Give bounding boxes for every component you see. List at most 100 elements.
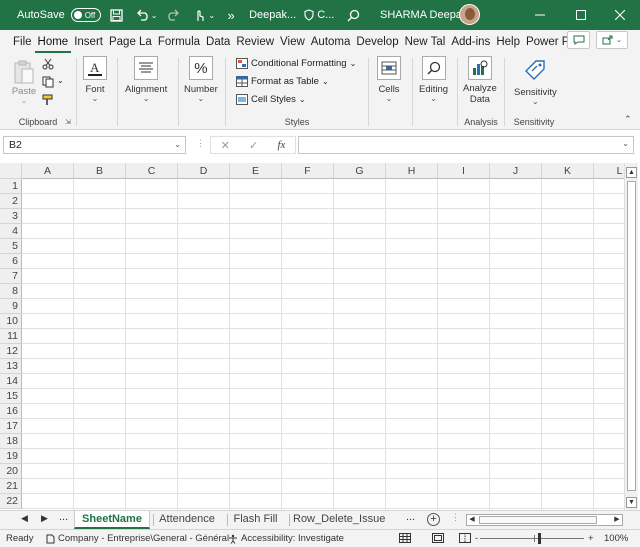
row-header-22[interactable]: 22 (0, 494, 22, 509)
share-button[interactable]: ⌄ (596, 31, 628, 49)
select-all-corner[interactable] (0, 163, 22, 179)
name-box-dropdown-icon[interactable]: ⌄ (174, 137, 181, 153)
touch-dropdown-icon[interactable]: ⌄ (208, 11, 215, 20)
tab-review[interactable]: Review (233, 30, 277, 54)
user-name[interactable]: SHARMA Deepak (380, 9, 467, 21)
column-header-f[interactable]: F (282, 163, 334, 179)
collapse-ribbon-icon[interactable]: ⌃ (624, 114, 632, 125)
tab-formula[interactable]: Formula (155, 30, 203, 54)
scroll-right-icon[interactable]: ▶ (612, 515, 622, 525)
cell-styles-button[interactable]: Cell Styles ⌄ (236, 94, 306, 105)
expand-formula-bar-icon[interactable]: ⌄ (622, 139, 629, 148)
editing-button[interactable]: Editing ⌄ (419, 56, 448, 103)
row-header-12[interactable]: 12 (0, 344, 22, 359)
tab-add-ins[interactable]: Add-ins (448, 30, 493, 54)
row-header-17[interactable]: 17 (0, 419, 22, 434)
row-header-8[interactable]: 8 (0, 284, 22, 299)
worksheet-grid[interactable]: A B C D E F G H I J K L 1 2 3 4 5 6 7 8 9 10 11 12 13 14 15 16 17 18 1… (0, 163, 624, 510)
insert-function-icon[interactable]: fx (277, 139, 285, 151)
row-header-6[interactable]: 6 (0, 254, 22, 269)
tab-page-la[interactable]: Page La (106, 30, 155, 54)
tab-split-grip-icon[interactable]: ⋮ (451, 512, 460, 523)
formula-input[interactable]: ⌄ (298, 136, 634, 154)
row-header-15[interactable]: 15 (0, 389, 22, 404)
save-icon[interactable] (107, 5, 127, 25)
row-header-13[interactable]: 13 (0, 359, 22, 374)
normal-view-icon[interactable] (399, 533, 411, 543)
number-button[interactable]: % Number ⌄ (184, 56, 218, 103)
name-box[interactable]: B2 ⌄ (3, 136, 186, 154)
format-painter-icon[interactable] (42, 94, 55, 109)
horizontal-scroll-thumb[interactable] (479, 516, 597, 524)
tab-help[interactable]: Help (493, 30, 523, 54)
minimize-icon[interactable] (530, 5, 550, 25)
column-header-b[interactable]: B (74, 163, 126, 179)
sheet-tab-attendence[interactable]: Attendence (153, 511, 221, 529)
tab-view[interactable]: View (277, 30, 308, 54)
row-header-14[interactable]: 14 (0, 374, 22, 389)
sheet-tab-flash-fill[interactable]: Flash Fill (227, 511, 284, 529)
cell-area[interactable] (22, 179, 624, 510)
row-header-16[interactable]: 16 (0, 404, 22, 419)
page-break-preview-icon[interactable] (459, 533, 471, 543)
tab-automa[interactable]: Automa (308, 30, 354, 54)
analyze-data-button[interactable]: Analyze Data (463, 56, 497, 105)
page-layout-icon[interactable] (432, 533, 444, 543)
tab-data[interactable]: Data (203, 30, 233, 54)
scroll-left-icon[interactable]: ◀ (467, 515, 477, 525)
row-header-18[interactable]: 18 (0, 434, 22, 449)
column-header-i[interactable]: I (438, 163, 490, 179)
conditional-formatting-button[interactable]: Conditional Formatting ⌄ (236, 58, 356, 69)
row-header-9[interactable]: 9 (0, 299, 22, 314)
close-icon[interactable] (610, 5, 630, 25)
column-header-g[interactable]: G (334, 163, 386, 179)
tab-insert[interactable]: Insert (71, 30, 106, 54)
document-name[interactable]: Deepak... (249, 9, 296, 21)
autosave-toggle[interactable]: Off (70, 8, 101, 22)
row-header-1[interactable]: 1 (0, 179, 22, 194)
sheets-left-ellipsis[interactable]: ... (59, 511, 68, 523)
clipboard-launcher-icon[interactable]: ⇲ (65, 118, 71, 126)
row-header-4[interactable]: 4 (0, 224, 22, 239)
accessibility-status[interactable]: Accessibility: Investigate (228, 533, 344, 544)
column-header-l[interactable]: L (594, 163, 624, 179)
enter-icon[interactable]: ✓ (249, 139, 258, 152)
tab-develop[interactable]: Develop (353, 30, 401, 54)
row-header-11[interactable]: 11 (0, 329, 22, 344)
column-header-k[interactable]: K (542, 163, 594, 179)
horizontal-scrollbar[interactable]: ◀ ▶ (466, 514, 623, 526)
previous-sheet-icon[interactable]: ◀ (21, 513, 28, 524)
tab-new-tal[interactable]: New Tal (402, 30, 449, 54)
redo-icon[interactable] (163, 5, 183, 25)
column-header-d[interactable]: D (178, 163, 230, 179)
add-sheet-icon[interactable]: + (427, 513, 440, 526)
sheet-tab-sheetname[interactable]: SheetName (74, 511, 150, 529)
zoom-slider-track[interactable] (480, 538, 584, 539)
row-header-10[interactable]: 10 (0, 314, 22, 329)
format-as-table-button[interactable]: Format as Table ⌄ (236, 76, 329, 87)
zoom-out-button[interactable]: - (475, 533, 478, 544)
vertical-scroll-thumb[interactable] (627, 181, 636, 491)
scroll-down-icon[interactable]: ▼ (626, 497, 637, 508)
row-header-2[interactable]: 2 (0, 194, 22, 209)
cancel-icon[interactable]: ✕ (221, 139, 230, 152)
cut-icon[interactable] (42, 58, 54, 73)
column-header-a[interactable]: A (22, 163, 74, 179)
undo-icon[interactable] (133, 5, 153, 25)
undo-dropdown-icon[interactable]: ⌄ (151, 11, 158, 20)
tab-home[interactable]: Home (34, 31, 72, 53)
search-icon[interactable] (343, 5, 363, 25)
avatar[interactable] (459, 4, 480, 25)
row-header-7[interactable]: 7 (0, 269, 22, 284)
column-header-h[interactable]: H (386, 163, 438, 179)
row-header-21[interactable]: 21 (0, 479, 22, 494)
maximize-icon[interactable] (571, 5, 591, 25)
zoom-in-button[interactable]: + (588, 533, 594, 544)
copy-dropdown-icon[interactable]: ⌄ (57, 76, 64, 85)
copy-icon[interactable] (42, 76, 54, 91)
row-header-3[interactable]: 3 (0, 209, 22, 224)
sensitivity-button[interactable]: Sensitivity ⌄ (514, 56, 557, 106)
alignment-button[interactable]: Alignment ⌄ (125, 56, 167, 103)
sensitivity-indicator[interactable]: C... (304, 9, 334, 21)
cells-button[interactable]: Cells ⌄ (377, 56, 401, 103)
